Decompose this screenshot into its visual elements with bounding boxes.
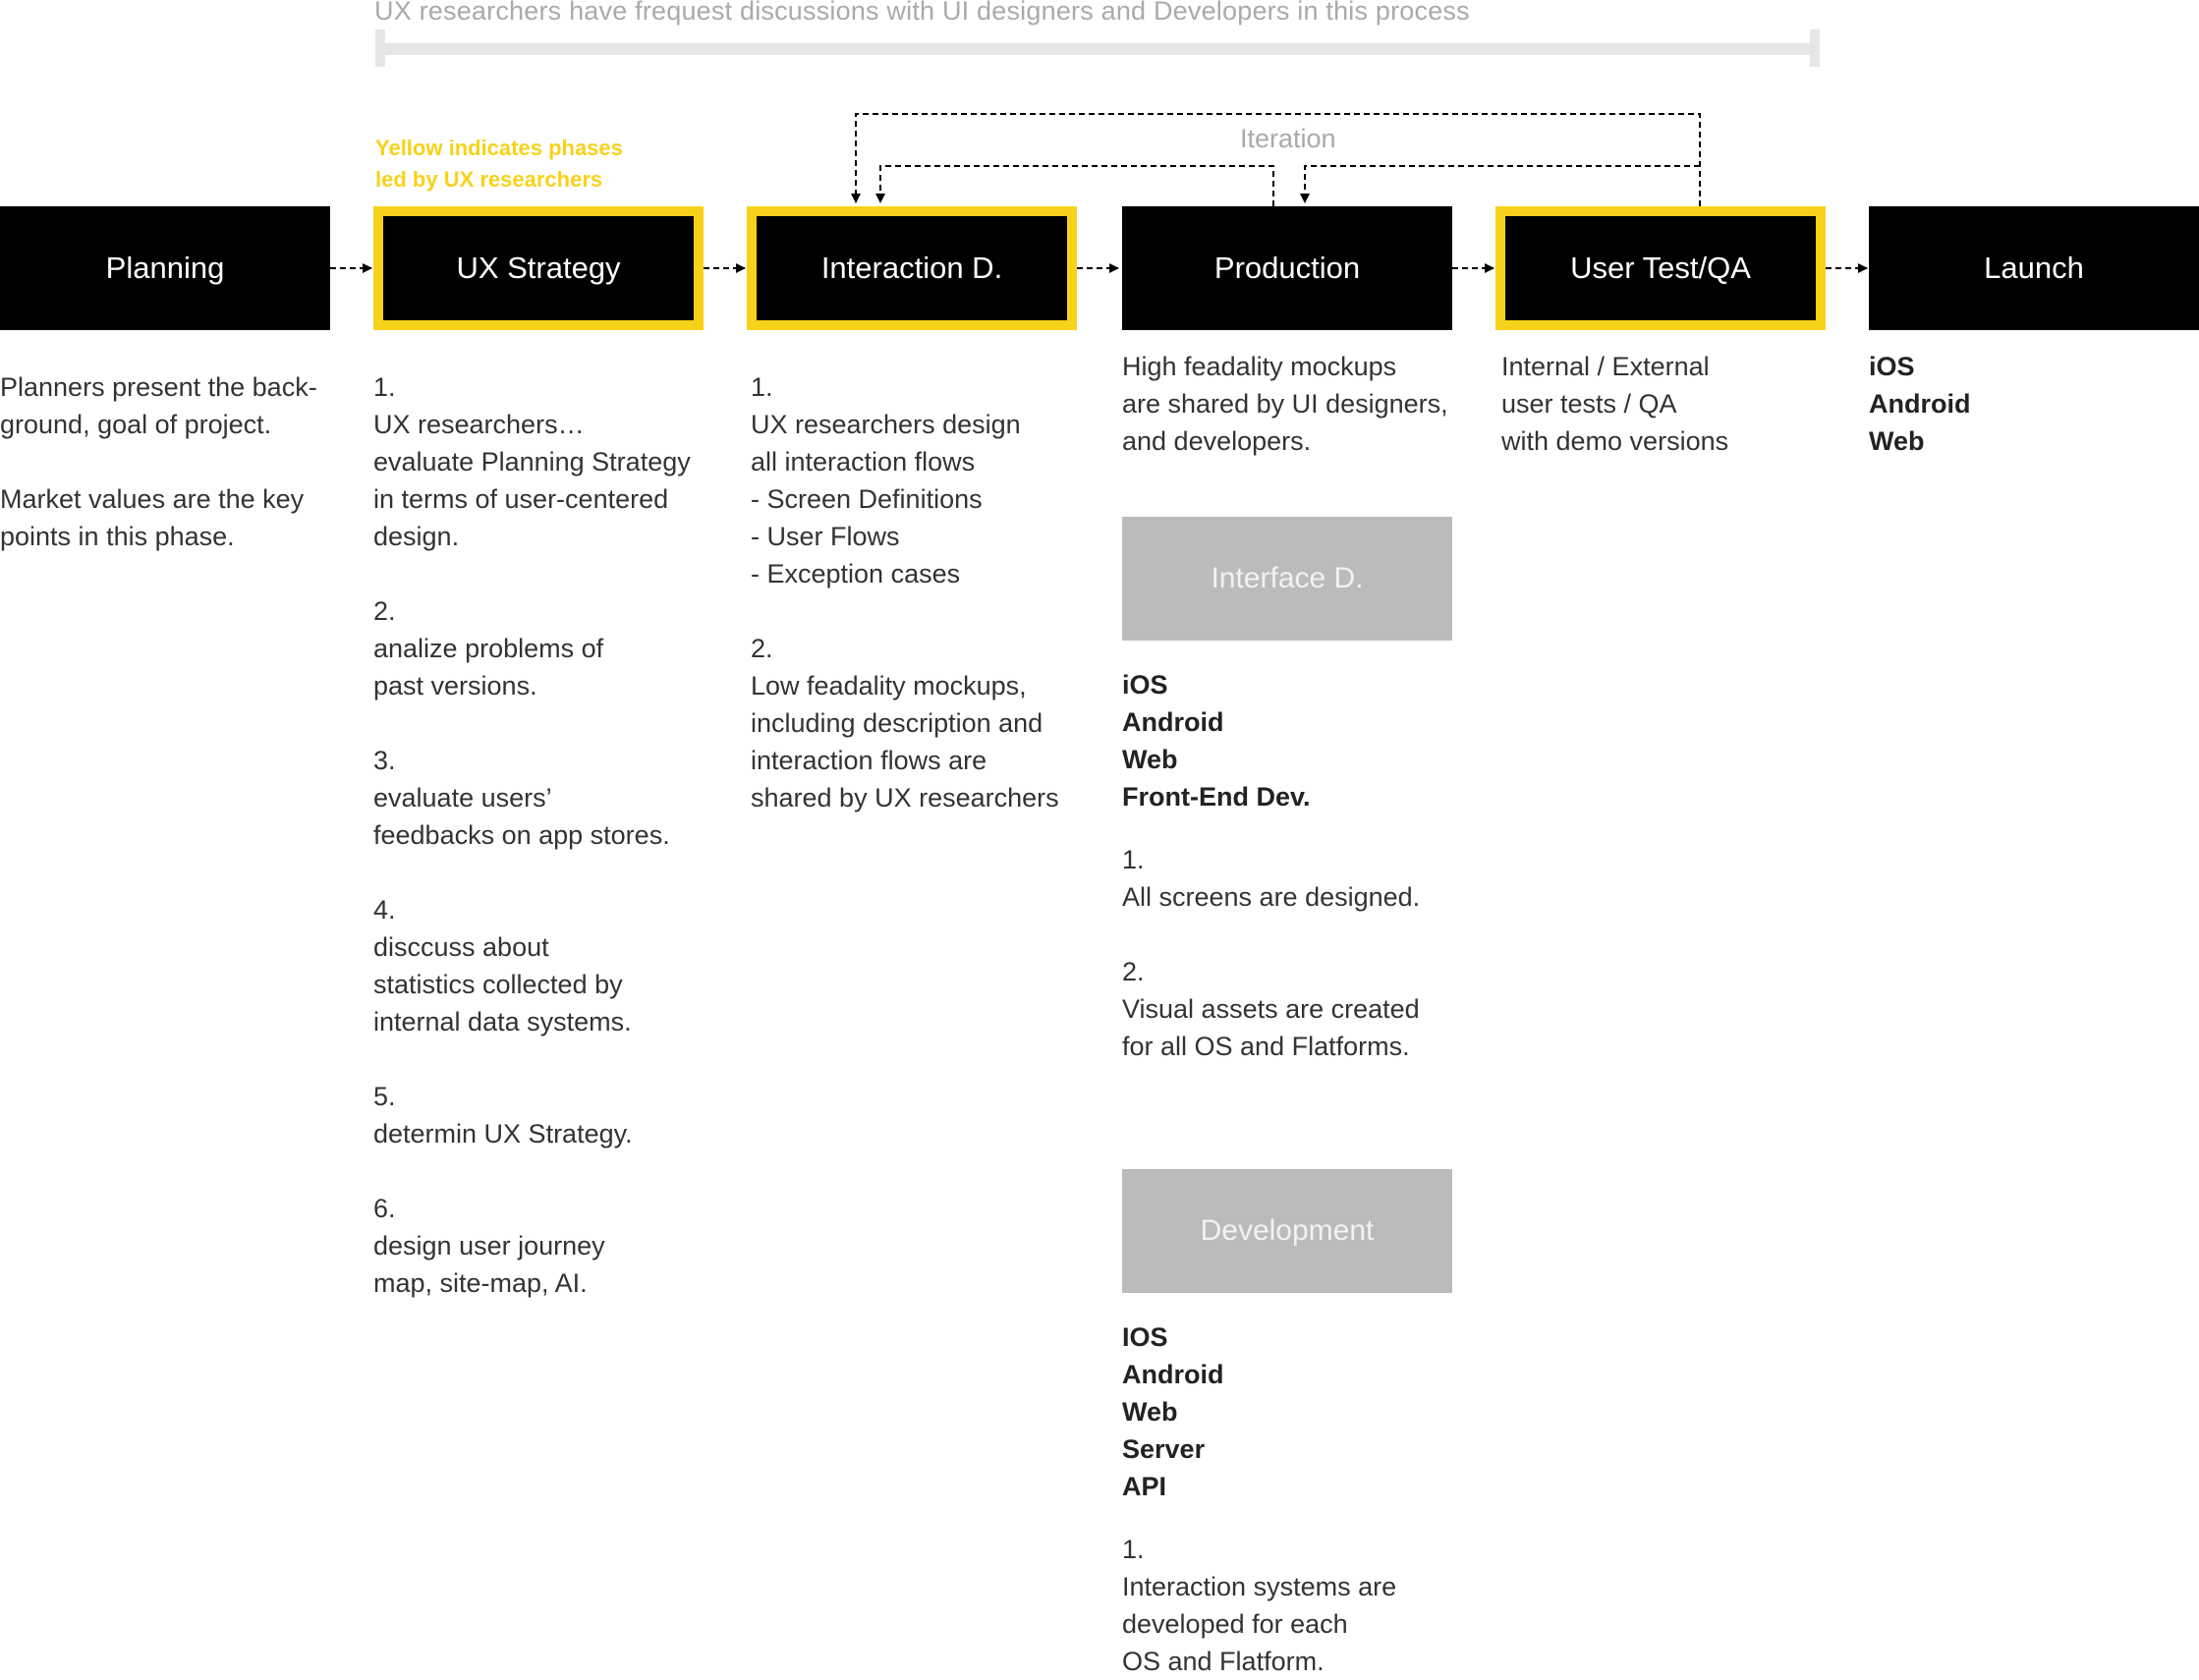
interface-step-2: 2. Visual assets are created for all OS … <box>1122 957 1420 1061</box>
ux-step-3: 3. evaluate users’ feedbacks on app stor… <box>373 746 670 850</box>
platform-item: API <box>1122 1472 1167 1501</box>
platform-item: Android <box>1869 389 1971 419</box>
user-test-description: Internal / External user tests / QA with… <box>1501 348 1826 460</box>
sub-phase-interface-design: Interface D. <box>1122 517 1452 641</box>
interaction-steps: 1. UX researchers design all interaction… <box>751 368 1114 816</box>
phase-ux-strategy: UX Strategy <box>373 206 704 330</box>
iteration-label: Iteration <box>1240 124 1336 153</box>
interface-step-1: 1. All screens are designed. <box>1122 845 1421 912</box>
phase-label: Planning <box>105 251 225 285</box>
planning-text-2: Market values are the key points in this… <box>0 484 305 551</box>
platform-item: Front-End Dev. <box>1122 782 1311 812</box>
interaction-step-2: 2. Low feadality mockups, including desc… <box>751 634 1059 812</box>
iteration-loop-qa-production <box>1300 165 1700 203</box>
interface-details: iOS Android Web Front-End Dev. 1. All sc… <box>1122 666 1476 1065</box>
planning-text-1: Planners present the back- ground, goal … <box>0 372 317 439</box>
development-details: IOS Android Web Server API 1. Interactio… <box>1122 1318 1476 1680</box>
platform-item: iOS <box>1869 352 1915 381</box>
phase-interaction-design: Interaction D. <box>747 206 1077 330</box>
platform-item: Android <box>1122 1360 1224 1389</box>
platform-item: IOS <box>1122 1322 1168 1352</box>
development-step-1: 1. Interaction systems are developed for… <box>1122 1535 1397 1676</box>
phase-label: Interaction D. <box>820 251 1003 285</box>
phase-label: Launch <box>1984 251 2084 285</box>
user-test-text: Internal / External user tests / QA with… <box>1501 352 1729 456</box>
ux-step-5: 5. determin UX Strategy. <box>373 1082 633 1148</box>
sub-phase-label: Interface D. <box>1211 562 1364 594</box>
platform-item: Server <box>1122 1434 1206 1464</box>
ux-step-2: 2. analize problems of past versions. <box>373 596 604 700</box>
phase-planning: Planning <box>0 206 330 330</box>
interaction-step-1: 1. UX researchers design all interaction… <box>751 372 1021 588</box>
ux-strategy-steps: 1. UX researchers… evaluate Planning Str… <box>373 368 727 1302</box>
sub-phase-label: Development <box>1200 1214 1375 1247</box>
iteration-loop-inner <box>875 165 1274 206</box>
phase-label: User Test/QA <box>1570 251 1751 285</box>
phase-production: Production <box>1122 206 1452 330</box>
platform-item: Android <box>1122 707 1224 737</box>
launch-platforms: iOS Android Web <box>1869 348 2193 460</box>
ux-step-4: 4. disccuss about statistics collected b… <box>373 895 632 1036</box>
phase-label: UX Strategy <box>456 251 621 285</box>
platform-item: Web <box>1122 745 1178 774</box>
phase-launch: Launch <box>1869 206 2199 330</box>
platform-item: Web <box>1122 1397 1178 1427</box>
phase-label: Production <box>1213 251 1361 285</box>
production-intro-text: High feadality mockups are shared by UI … <box>1122 352 1448 456</box>
platform-item: iOS <box>1122 670 1168 700</box>
production-intro: High feadality mockups are shared by UI … <box>1122 348 1476 460</box>
planning-description: Planners present the back- ground, goal … <box>0 368 334 555</box>
phase-user-test-qa: User Test/QA <box>1495 206 1826 330</box>
sub-phase-development: Development <box>1122 1169 1452 1293</box>
ux-step-6: 6. design user journey map, site-map, AI… <box>373 1194 605 1298</box>
platform-item: Web <box>1869 426 1925 456</box>
ux-step-1: 1. UX researchers… evaluate Planning Str… <box>373 372 691 551</box>
